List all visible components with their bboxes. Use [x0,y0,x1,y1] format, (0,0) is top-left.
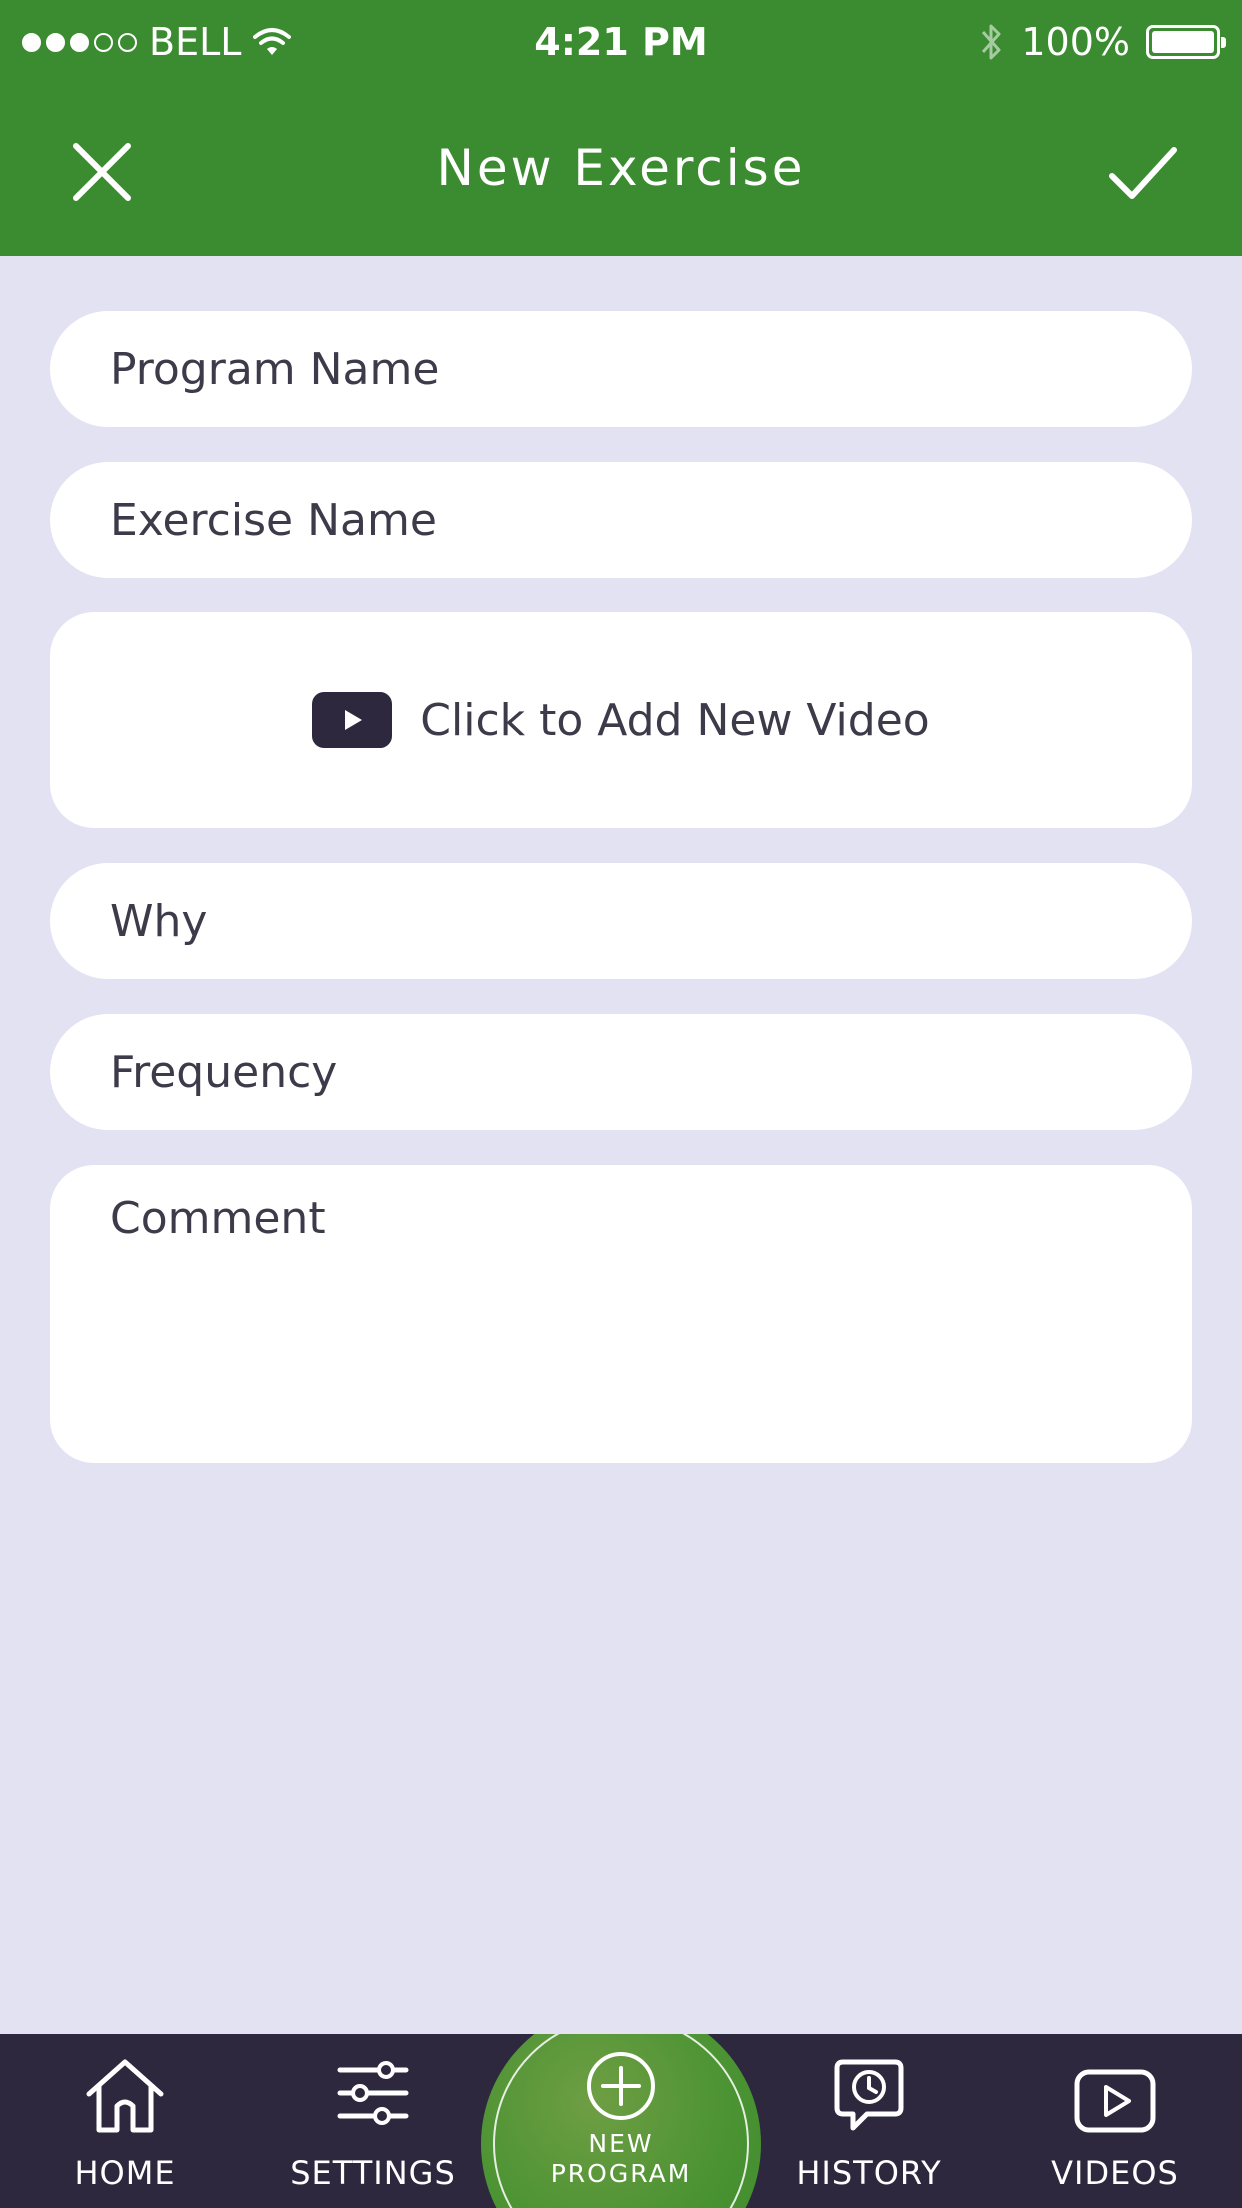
exercise-name-input[interactable]: Exercise Name [50,462,1192,578]
sliders-icon [337,2061,409,2125]
tab-home[interactable]: HOME [60,2034,190,2208]
tab-history[interactable]: HISTORY [790,2034,948,2208]
battery-icon [1146,25,1226,59]
video-play-icon [312,692,393,748]
bluetooth-icon [982,24,1001,60]
new-program-label-line1: NEW [588,2129,654,2158]
tab-videos-label: VIDEOS [1051,2154,1179,2192]
tab-videos[interactable]: VIDEOS [1050,2034,1180,2208]
new-program-button[interactable]: NEW PROGRAM [481,2034,761,2208]
add-video-label: Click to Add New Video [420,694,930,746]
check-icon [1109,147,1177,199]
why-input[interactable]: Why [50,863,1192,979]
frequency-placeholder: Frequency [110,1046,338,1098]
confirm-button[interactable] [1100,130,1184,214]
new-program-label-line2: PROGRAM [550,2159,692,2188]
battery-percent: 100% [1021,20,1130,64]
status-right: 100% [979,20,1226,64]
why-placeholder: Why [110,895,208,947]
new-program-label: NEW PROGRAM [481,2129,761,2189]
status-bar: BELL 4:21 PM 100% [0,0,1242,84]
tab-history-label: HISTORY [796,2154,942,2192]
comment-placeholder: Comment [110,1193,326,1244]
program-name-placeholder: Program Name [110,343,440,395]
comment-textarea[interactable]: Comment [50,1165,1192,1463]
tab-home-label: HOME [74,2154,176,2192]
tab-settings[interactable]: SETTINGS [280,2034,466,2208]
video-play-icon [1074,2069,1156,2133]
frequency-input[interactable]: Frequency [50,1014,1192,1130]
tab-settings-label: SETTINGS [290,2154,456,2192]
home-icon [86,2059,164,2133]
nav-header: BELL 4:21 PM 100% New Exercise [0,0,1242,256]
plus-circle-icon [587,2052,655,2120]
add-video-button[interactable]: Click to Add New Video [50,612,1192,828]
program-name-input[interactable]: Program Name [50,311,1192,427]
history-icon [834,2059,904,2131]
page-title: New Exercise [436,139,806,197]
battery-level [1152,31,1214,53]
exercise-name-placeholder: Exercise Name [110,494,437,546]
bottom-tab-bar: HOME SETTINGS NEW PROGRAM HISTORY VIDEOS [0,2034,1242,2208]
